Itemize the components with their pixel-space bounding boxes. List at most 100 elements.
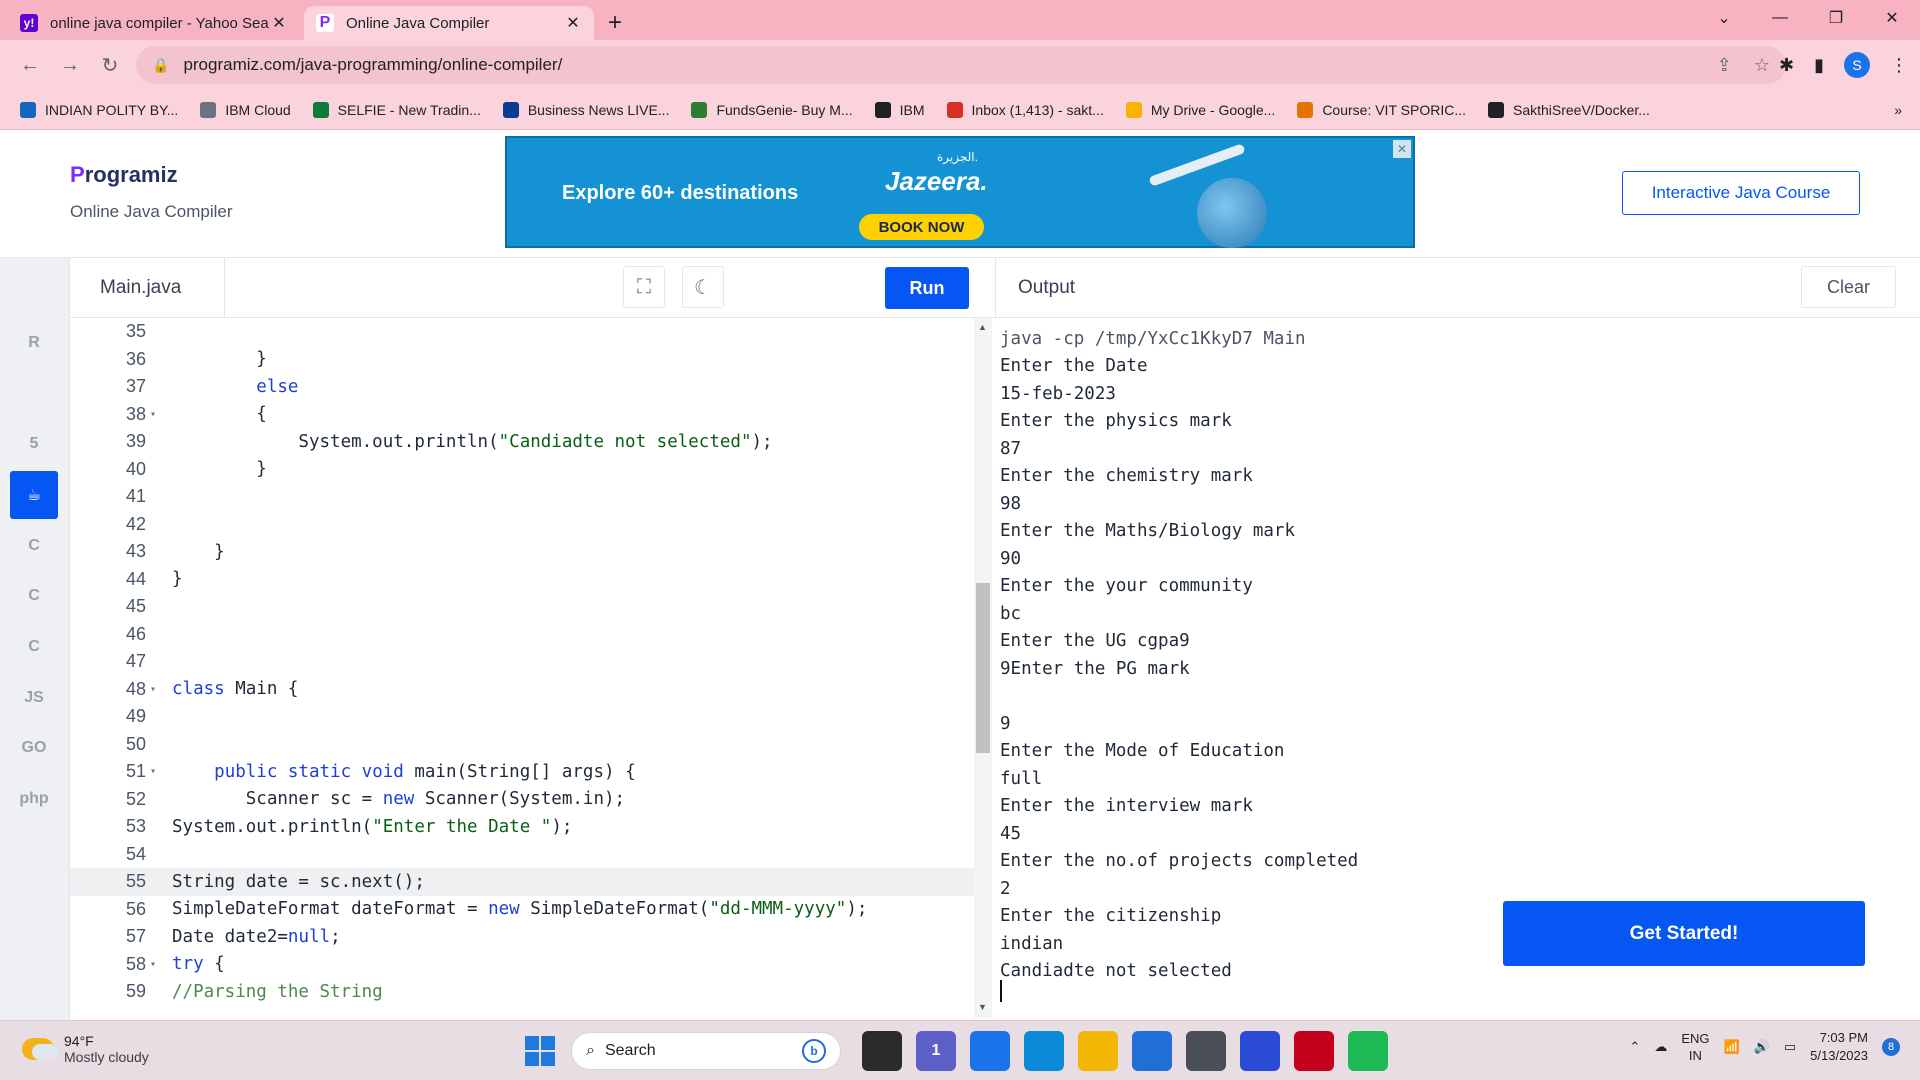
close-window-button[interactable]: ✕: [1864, 0, 1920, 36]
bookmark-item[interactable]: IBM: [874, 101, 925, 118]
taskbar-search[interactable]: ⌕ Search b: [571, 1032, 841, 1070]
code-line[interactable]: 46: [70, 621, 980, 649]
java-icon[interactable]: ☕: [10, 470, 58, 519]
url-text[interactable]: programiz.com/java-programming/online-co…: [183, 55, 562, 75]
bookmark-item[interactable]: Inbox (1,413) - sakt...: [946, 101, 1104, 118]
fold-chevron-icon[interactable]: ▾: [150, 959, 164, 970]
spotify-icon[interactable]: [1348, 1031, 1388, 1071]
forward-button[interactable]: →: [50, 54, 90, 77]
code-line[interactable]: 42: [70, 511, 980, 539]
wifi-icon[interactable]: 📶: [1723, 1039, 1739, 1055]
bookmark-star-icon[interactable]: ☆: [1754, 55, 1770, 76]
fold-chevron-icon[interactable]: ▾: [150, 684, 164, 695]
scroll-up-arrow-icon[interactable]: ▲: [978, 322, 987, 332]
clock[interactable]: 7:03 PM 5/13/2023: [1810, 1029, 1868, 1065]
back-button[interactable]: ←: [10, 54, 50, 77]
run-button[interactable]: Run: [885, 267, 969, 309]
bookmark-item[interactable]: FundsGenie- Buy M...: [691, 101, 853, 118]
bookmark-item[interactable]: My Drive - Google...: [1125, 101, 1275, 118]
file-tab-main-java[interactable]: Main.java: [70, 258, 225, 318]
code-line[interactable]: 35: [70, 318, 980, 346]
programiz-logo[interactable]: Programiz: [70, 162, 178, 188]
php-icon[interactable]: php: [10, 775, 58, 823]
code-line[interactable]: 43 }: [70, 538, 980, 566]
code-editor[interactable]: 35 36 } 37 else 38 ▾ {39 System.out.println(…: [70, 318, 980, 1018]
code-line[interactable]: 53 System.out.println("Enter the Date ");: [70, 813, 980, 841]
mcafee-icon[interactable]: [1294, 1031, 1334, 1071]
code-line[interactable]: 47: [70, 648, 980, 676]
folder-icon[interactable]: [1078, 1031, 1118, 1071]
fold-chevron-icon[interactable]: ▾: [150, 409, 164, 420]
weather-widget[interactable]: 94°F Mostly cloudy: [22, 1033, 149, 1065]
ad-choices-icon[interactable]: ✕: [1393, 140, 1411, 158]
tab-online-java-compiler[interactable]: P Online Java Compiler ✕: [304, 6, 594, 40]
bookmark-item[interactable]: Business News LIVE...: [502, 101, 669, 118]
python-icon[interactable]: [10, 268, 58, 316]
database-icon[interactable]: [10, 369, 58, 417]
tab-yahoo-search[interactable]: y! online java compiler - Yahoo Sea ✕: [8, 6, 300, 40]
cpp-icon[interactable]: C: [10, 572, 58, 620]
r-lang-icon[interactable]: R: [10, 319, 58, 367]
file-explorer-dark[interactable]: [862, 1031, 902, 1071]
more-bookmarks-chevron-icon[interactable]: »: [1894, 102, 1902, 118]
close-tab-icon[interactable]: ✕: [270, 13, 288, 33]
bookmark-item[interactable]: SELFIE - New Tradin...: [312, 101, 481, 118]
teams-icon[interactable]: 1: [916, 1031, 956, 1071]
html5-icon[interactable]: 5: [10, 420, 58, 468]
minimize-button[interactable]: —: [1752, 0, 1808, 36]
code-line[interactable]: 38 ▾ {: [70, 401, 980, 429]
reload-button[interactable]: ↻: [90, 53, 130, 78]
show-hidden-icons-chevron-icon[interactable]: ⌃: [1629, 1039, 1640, 1055]
bookmark-item[interactable]: IBM Cloud: [200, 101, 291, 118]
code-line[interactable]: 59 //Parsing the String: [70, 978, 980, 1006]
code-line[interactable]: 39 System.out.println("Candiadte not sel…: [70, 428, 980, 456]
restore-button[interactable]: ❐: [1808, 0, 1864, 36]
virtualbox-icon[interactable]: [1186, 1031, 1226, 1071]
editor-scrollbar[interactable]: ▲ ▼: [974, 318, 992, 1018]
code-line[interactable]: 41: [70, 483, 980, 511]
code-line[interactable]: 54: [70, 841, 980, 869]
go-icon[interactable]: GO: [10, 724, 58, 772]
menu-kebab-icon[interactable]: ⋮: [1890, 55, 1908, 76]
code-line[interactable]: 44}: [70, 566, 980, 594]
csharp-icon[interactable]: C: [10, 623, 58, 671]
code-line[interactable]: 52 Scanner sc = new Scanner(System.in);: [70, 786, 980, 814]
vscode-style-icon[interactable]: [1240, 1031, 1280, 1071]
language-indicator[interactable]: ENG IN: [1681, 1030, 1709, 1064]
code-line[interactable]: 57 Date date2=null;: [70, 923, 980, 951]
code-line[interactable]: 50: [70, 731, 980, 759]
code-line[interactable]: 56 SimpleDateFormat dateFormat = new Simp…: [70, 896, 980, 924]
volume-icon[interactable]: 🔊: [1754, 1039, 1770, 1055]
javascript-icon[interactable]: JS: [10, 674, 58, 722]
output-console[interactable]: java -cp /tmp/YxCc1KkyD7 Main Enter the D…: [1000, 318, 1500, 1018]
code-line[interactable]: 45: [70, 593, 980, 621]
advertisement-banner[interactable]: Explore 60+ destinations الجزيرة. Jazeer…: [505, 136, 1415, 248]
store-icon[interactable]: [1132, 1031, 1172, 1071]
windows-start-icon[interactable]: [525, 1036, 555, 1066]
fullscreen-icon[interactable]: ⛶: [623, 266, 665, 308]
code-line[interactable]: 48 ▾ class Main {: [70, 676, 980, 704]
dark-mode-moon-icon[interactable]: ☾: [682, 266, 724, 308]
code-line[interactable]: 49: [70, 703, 980, 731]
code-line[interactable]: 58 ▾ try {: [70, 951, 980, 979]
code-line[interactable]: 36 }: [70, 346, 980, 374]
interactive-java-course-button[interactable]: Interactive Java Course: [1622, 171, 1860, 215]
bookmark-item[interactable]: SakthiSreeV/Docker...: [1487, 101, 1650, 118]
share-icon[interactable]: ⇪: [1717, 55, 1732, 76]
get-started-button[interactable]: Get Started!: [1503, 901, 1865, 966]
scroll-down-arrow-icon[interactable]: ▼: [978, 1002, 987, 1012]
fold-chevron-icon[interactable]: ▾: [150, 766, 164, 777]
swift-icon[interactable]: [10, 826, 58, 874]
code-line[interactable]: 37 else: [70, 373, 980, 401]
bing-icon[interactable]: b: [802, 1039, 826, 1063]
battery-icon[interactable]: ▭: [1784, 1039, 1796, 1055]
lock-icon[interactable]: 🔒: [152, 57, 169, 74]
code-line[interactable]: 51 ▾ public static void main(String[] arg…: [70, 758, 980, 786]
scrollbar-thumb[interactable]: [976, 583, 990, 753]
c-icon[interactable]: C: [10, 522, 58, 570]
book-now-button[interactable]: BOOK NOW: [859, 214, 984, 240]
address-bar[interactable]: 🔒 programiz.com/java-programming/online-…: [136, 46, 1786, 84]
clear-button[interactable]: Clear: [1801, 266, 1896, 308]
new-tab-button[interactable]: +: [608, 6, 622, 40]
profile-avatar[interactable]: S: [1844, 52, 1870, 78]
